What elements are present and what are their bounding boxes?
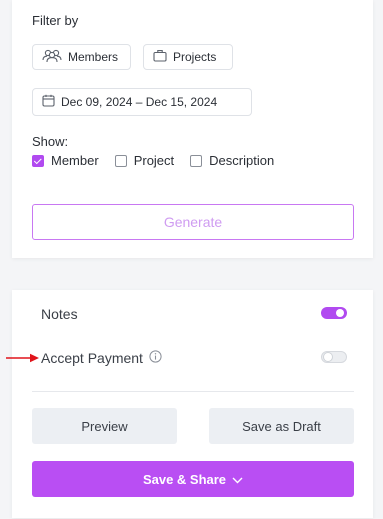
members-chip-label: Members	[68, 50, 119, 64]
date-range-picker[interactable]: Dec 09, 2024 – Dec 15, 2024	[32, 88, 252, 116]
toggle-knob	[336, 309, 344, 317]
date-range-label: Dec 09, 2024 – Dec 15, 2024	[61, 95, 218, 109]
projects-chip-label: Projects	[173, 50, 217, 64]
show-member-label: Member	[51, 153, 99, 168]
notes-label: Notes	[41, 306, 78, 322]
divider	[32, 391, 354, 392]
chevron-down-icon	[232, 472, 243, 487]
accept-payment-toggle[interactable]	[321, 351, 347, 363]
notes-toggle[interactable]	[321, 307, 347, 319]
preview-button[interactable]: Preview	[32, 408, 177, 444]
save-as-draft-button[interactable]: Save as Draft	[209, 408, 354, 444]
annotation-arrow-icon	[6, 353, 39, 363]
checkbox-icon[interactable]	[190, 154, 203, 167]
toggle-knob	[324, 353, 332, 361]
show-description-checkbox[interactable]: Description	[190, 153, 274, 168]
show-project-label: Project	[133, 153, 175, 168]
generate-button[interactable]: Generate	[32, 204, 354, 240]
projects-filter-chip[interactable]: Projects	[143, 44, 233, 70]
members-icon	[42, 49, 62, 66]
filter-by-label: Filter by	[32, 13, 79, 28]
members-filter-chip[interactable]: Members	[32, 44, 131, 70]
save-and-share-button[interactable]: Save & Share	[32, 461, 354, 497]
checkbox-checked-icon[interactable]	[32, 154, 44, 167]
accept-payment-row: Accept Payment	[41, 350, 162, 366]
accept-payment-label: Accept Payment	[41, 350, 143, 366]
show-description-label: Description	[209, 153, 275, 168]
briefcase-icon	[153, 49, 167, 65]
show-label: Show:	[32, 134, 69, 149]
checkbox-icon[interactable]	[114, 154, 127, 167]
show-options: Member Project Description	[32, 153, 290, 168]
calendar-icon	[42, 94, 55, 110]
show-project-checkbox[interactable]: Project	[114, 153, 175, 168]
save-and-share-label: Save & Share	[142, 471, 227, 487]
show-member-checkbox[interactable]: Member	[32, 153, 99, 168]
info-icon[interactable]	[149, 350, 162, 366]
report-filter-card: Filter by Members Projects Dec 09, 2024 …	[12, 0, 373, 258]
